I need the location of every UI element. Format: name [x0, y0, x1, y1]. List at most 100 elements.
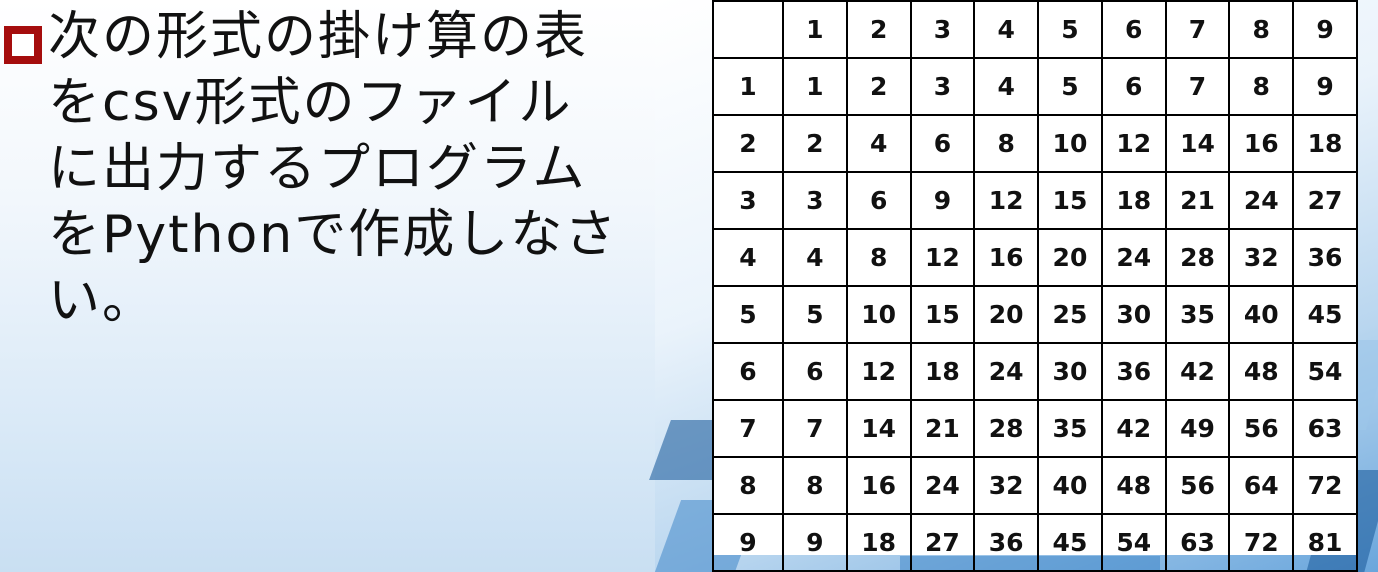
table-header-row: 123456789 — [712, 0, 1358, 59]
table-cell: 28 — [1164, 228, 1231, 287]
table-cell: 6 — [1100, 57, 1167, 116]
hollow-square-bullet-icon — [4, 26, 42, 64]
table-cell: 5 — [1037, 57, 1103, 116]
table-cell: 7 — [1164, 57, 1231, 116]
table-cell: 56 — [1164, 456, 1231, 515]
table-cell: 18 — [909, 342, 976, 401]
table-cell: 4 — [845, 114, 912, 173]
table-cell: 3 — [782, 171, 848, 230]
table-cell: 25 — [1037, 285, 1103, 344]
table-cell: 36 — [973, 513, 1040, 572]
table-cell: 12 — [845, 342, 912, 401]
table-row-header-cell: 5 — [712, 285, 784, 344]
table-cell: 24 — [909, 456, 976, 515]
table-cell: 20 — [973, 285, 1040, 344]
table-cell: 12 — [909, 228, 976, 287]
table-row-header-cell: 1 — [712, 57, 784, 116]
table-cell: 18 — [1292, 114, 1358, 173]
table-cell: 35 — [1037, 399, 1103, 458]
instruction-bullet: 次の形式の掛け算の表 をcsv形式のファイル に出力するプログラム をPytho… — [4, 4, 654, 334]
table-cell: 28 — [973, 399, 1040, 458]
table-column-header-cell: 8 — [1228, 0, 1295, 59]
table-cell: 72 — [1292, 456, 1358, 515]
table-cell: 5 — [782, 285, 848, 344]
table-row: 6 6 12 18 24 30 36 42 48 54 — [712, 342, 1358, 401]
table-cell: 32 — [1228, 228, 1295, 287]
table-cell: 54 — [1292, 342, 1358, 401]
bullet-line: 次の形式の掛け算の表 をcsv形式のファイル に出力するプログラム をPytho… — [4, 4, 654, 334]
table-column-header-cell: 9 — [1292, 0, 1358, 59]
table-cell: 15 — [1037, 171, 1103, 230]
table-cell: 9 — [782, 513, 848, 572]
table-cell: 30 — [1100, 285, 1167, 344]
table-cell: 63 — [1292, 399, 1358, 458]
table-cell: 45 — [1037, 513, 1103, 572]
table-cell: 48 — [1228, 342, 1295, 401]
table-column-header-cell: 4 — [973, 0, 1040, 59]
table-cell: 40 — [1037, 456, 1103, 515]
table-cell: 49 — [1164, 399, 1231, 458]
table-column-header-cell: 7 — [1164, 0, 1231, 59]
table-row: 3 3 6 9 12 15 18 21 24 27 — [712, 171, 1358, 230]
table-cell: 63 — [1164, 513, 1231, 572]
table-cell: 24 — [1228, 171, 1295, 230]
table-cell: 20 — [1037, 228, 1103, 287]
table-cell: 21 — [909, 399, 976, 458]
table-cell: 8 — [973, 114, 1040, 173]
table-row: 8 8 16 24 32 40 48 56 64 72 — [712, 456, 1358, 515]
table-row-header-cell: 4 — [712, 228, 784, 287]
table-cell: 1 — [782, 57, 848, 116]
table-cell: 64 — [1228, 456, 1295, 515]
multiplication-table-body: 1 2 3 4 5 6 7 8 9 1 1 2 3 4 5 6 7 8 9 2 2 4 6 8 10 12 14 16 18 3 3 6 9 12… — [712, 0, 1358, 572]
table-row: 9 9 18 27 36 45 54 63 72 81 — [712, 513, 1358, 572]
table-cell: 6 — [845, 171, 912, 230]
table-cell: 72 — [1228, 513, 1295, 572]
table-row-header-cell: 8 — [712, 456, 784, 515]
table-row-header-cell — [712, 0, 784, 59]
table-cell: 36 — [1100, 342, 1167, 401]
table-column-header-cell: 3 — [909, 0, 976, 59]
table-row: 2 2 4 6 8 10 12 14 16 18 — [712, 114, 1358, 173]
table-row-header-cell: 3 — [712, 171, 784, 230]
multiplication-table-container: 1 2 3 4 5 6 7 8 9 1 1 2 3 4 5 6 7 8 9 2 2 4 6 8 10 12 14 16 18 3 3 6 9 12… — [712, 0, 1358, 572]
table-cell: 7 — [782, 399, 848, 458]
table-row: 5 5 10 15 20 25 30 35 40 45 — [712, 285, 1358, 344]
table-cell: 81 — [1292, 513, 1358, 572]
table-row-header-cell: 6 — [712, 342, 784, 401]
table-cell: 24 — [973, 342, 1040, 401]
table-cell: 2 — [782, 114, 848, 173]
multiplication-table: 1 2 3 4 5 6 7 8 9 1 1 2 3 4 5 6 7 8 9 2 2 4 6 8 10 12 14 16 18 3 3 6 9 12… — [712, 0, 1358, 572]
table-column-header-cell: 2 — [845, 0, 912, 59]
table-cell: 18 — [1100, 171, 1167, 230]
table-cell: 35 — [1164, 285, 1231, 344]
table-cell: 12 — [1100, 114, 1167, 173]
table-cell: 12 — [973, 171, 1040, 230]
table-cell: 48 — [1100, 456, 1167, 515]
table-cell: 10 — [1037, 114, 1103, 173]
table-cell: 4 — [782, 228, 848, 287]
table-cell: 16 — [1228, 114, 1295, 173]
table-cell: 14 — [1164, 114, 1231, 173]
table-column-header-cell: 1 — [782, 0, 848, 59]
table-cell: 18 — [845, 513, 912, 572]
table-row: 7 7 14 21 28 35 42 49 56 63 — [712, 399, 1358, 458]
table-cell: 6 — [909, 114, 976, 173]
table-column-header-cell: 5 — [1037, 0, 1103, 59]
table-cell: 36 — [1292, 228, 1358, 287]
table-cell: 56 — [1228, 399, 1295, 458]
table-cell: 8 — [1228, 57, 1295, 116]
table-cell: 6 — [782, 342, 848, 401]
table-cell: 9 — [909, 171, 976, 230]
table-cell: 10 — [845, 285, 912, 344]
table-cell: 42 — [1100, 399, 1167, 458]
table-cell: 3 — [909, 57, 976, 116]
table-row-header-cell: 2 — [712, 114, 784, 173]
table-cell: 9 — [1292, 57, 1358, 116]
table-cell: 4 — [973, 57, 1040, 116]
table-cell: 30 — [1037, 342, 1103, 401]
table-cell: 40 — [1228, 285, 1295, 344]
table-cell: 15 — [909, 285, 976, 344]
table-row: 1123456789 — [712, 57, 1358, 116]
table-row-header-cell: 7 — [712, 399, 784, 458]
table-cell: 16 — [973, 228, 1040, 287]
